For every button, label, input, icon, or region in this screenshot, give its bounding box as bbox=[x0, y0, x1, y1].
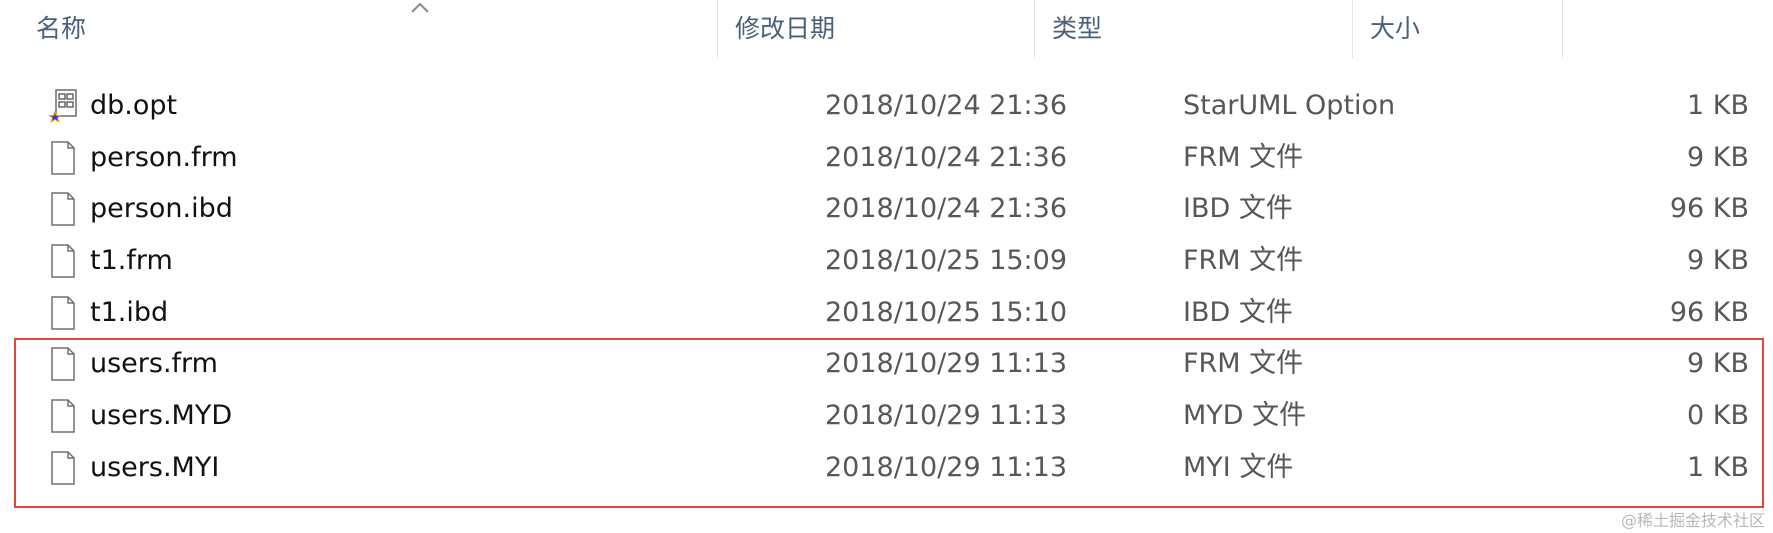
blank-file-icon bbox=[51, 451, 75, 485]
file-size: 1 KB bbox=[1687, 451, 1749, 483]
file-row[interactable]: users.MYI 2018/10/29 11:13 MYI 文件 1 KB bbox=[0, 442, 1773, 494]
watermark: @稀土掘金技术社区 bbox=[1620, 511, 1765, 530]
file-type: MYI 文件 bbox=[1183, 451, 1294, 483]
file-size: 9 KB bbox=[1687, 348, 1749, 380]
file-size: 96 KB bbox=[1669, 193, 1749, 225]
file-list: db.opt 2018/10/24 21:36 StarUML Option 1… bbox=[0, 80, 1773, 494]
file-date-modified: 2018/10/24 21:36 bbox=[825, 90, 1068, 121]
file-type: FRM 文件 bbox=[1183, 141, 1304, 173]
column-divider[interactable] bbox=[1562, 0, 1563, 58]
file-size: 1 KB bbox=[1687, 90, 1749, 121]
file-name: users.frm bbox=[90, 348, 218, 380]
file-name: db.opt bbox=[90, 90, 178, 121]
file-row[interactable]: t1.frm 2018/10/25 15:09 FRM 文件 9 KB bbox=[0, 235, 1773, 287]
file-name: users.MYD bbox=[90, 400, 233, 432]
file-date-modified: 2018/10/25 15:09 bbox=[825, 245, 1068, 277]
file-type: FRM 文件 bbox=[1183, 348, 1304, 380]
file-name: users.MYI bbox=[90, 451, 220, 483]
file-row[interactable]: person.frm 2018/10/24 21:36 FRM 文件 9 KB bbox=[0, 132, 1773, 184]
file-name: t1.frm bbox=[90, 245, 173, 277]
blank-file-icon bbox=[51, 296, 75, 330]
file-row[interactable]: db.opt 2018/10/24 21:36 StarUML Option 1… bbox=[0, 80, 1773, 132]
file-size: 0 KB bbox=[1687, 400, 1749, 432]
blank-file-icon bbox=[51, 399, 75, 433]
file-date-modified: 2018/10/25 15:10 bbox=[825, 296, 1068, 328]
file-type: FRM 文件 bbox=[1183, 245, 1304, 277]
file-date-modified: 2018/10/24 21:36 bbox=[825, 193, 1068, 225]
file-size: 9 KB bbox=[1687, 245, 1749, 277]
blank-file-icon bbox=[51, 347, 75, 382]
file-name: person.ibd bbox=[90, 193, 233, 225]
column-header-name[interactable]: 名称 bbox=[18, 0, 811, 58]
column-header-type[interactable]: 类型 bbox=[1034, 0, 1394, 58]
file-row[interactable]: users.frm 2018/10/29 11:13 FRM 文件 9 KB bbox=[0, 338, 1773, 390]
blank-file-icon bbox=[51, 244, 75, 278]
column-header-bar: 名称 修改日期 类型 大小 bbox=[0, 0, 1773, 58]
file-type: IBD 文件 bbox=[1183, 296, 1293, 328]
file-name: t1.ibd bbox=[90, 296, 169, 328]
file-row[interactable]: t1.ibd 2018/10/25 15:10 IBD 文件 96 KB bbox=[0, 287, 1773, 339]
file-date-modified: 2018/10/29 11:13 bbox=[825, 400, 1068, 432]
staruml-file-icon bbox=[48, 89, 77, 123]
file-name: person.frm bbox=[90, 141, 238, 173]
file-size: 96 KB bbox=[1669, 296, 1749, 328]
column-header-date-modified[interactable]: 修改日期 bbox=[717, 0, 1074, 58]
file-row[interactable]: users.MYD 2018/10/29 11:13 MYD 文件 0 KB bbox=[0, 390, 1773, 442]
file-type: StarUML Option bbox=[1183, 90, 1396, 121]
file-date-modified: 2018/10/29 11:13 bbox=[825, 348, 1068, 380]
file-type: IBD 文件 bbox=[1183, 193, 1293, 225]
blank-file-icon bbox=[51, 192, 75, 227]
file-date-modified: 2018/10/24 21:36 bbox=[825, 141, 1068, 173]
column-header-size[interactable]: 大小 bbox=[1352, 0, 1592, 58]
file-date-modified: 2018/10/29 11:13 bbox=[825, 451, 1068, 483]
file-row[interactable]: person.ibd 2018/10/24 21:36 IBD 文件 96 KB bbox=[0, 183, 1773, 235]
file-size: 9 KB bbox=[1687, 141, 1749, 173]
file-type: MYD 文件 bbox=[1183, 400, 1307, 432]
blank-file-icon bbox=[51, 140, 75, 175]
